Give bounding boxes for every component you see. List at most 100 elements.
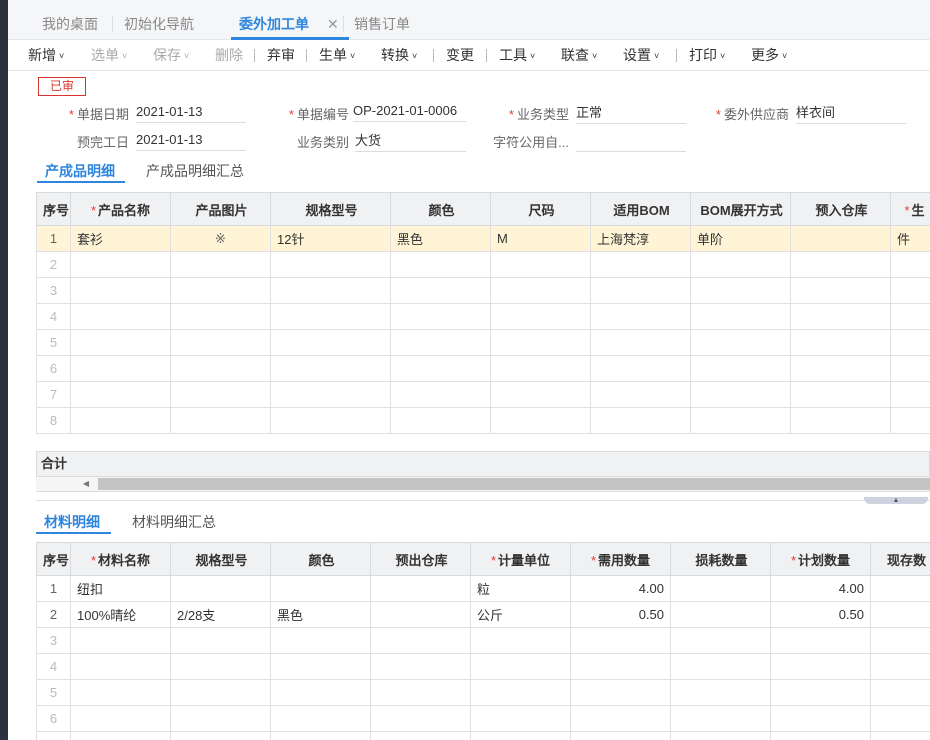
- table-cell[interactable]: [870, 575, 930, 602]
- biz-category-field[interactable]: 大货: [355, 130, 466, 152]
- table-cell[interactable]: [570, 705, 671, 732]
- table-cell[interactable]: [770, 653, 871, 680]
- table-cell[interactable]: [270, 381, 391, 408]
- table-cell[interactable]: 套衫: [70, 225, 171, 252]
- new-button[interactable]: 新增 ˅: [28, 40, 64, 71]
- table-cell[interactable]: [170, 679, 271, 706]
- table-cell[interactable]: 上海梵淳: [590, 225, 691, 252]
- table-cell[interactable]: 黑色: [270, 601, 371, 628]
- table-cell[interactable]: [590, 355, 691, 382]
- table-cell[interactable]: [690, 355, 791, 382]
- table-cell[interactable]: [270, 627, 371, 654]
- table-cell[interactable]: ※: [170, 225, 271, 252]
- table-cell[interactable]: 粒: [470, 575, 571, 602]
- tab-product-detail[interactable]: 产成品明细: [45, 161, 115, 181]
- table-cell[interactable]: [370, 601, 471, 628]
- convert-button[interactable]: 转换 ˅: [381, 40, 417, 71]
- table-cell[interactable]: 黑色: [390, 225, 491, 252]
- tab-sales-order[interactable]: 销售订单: [354, 0, 410, 40]
- table-cell[interactable]: [170, 627, 271, 654]
- table-cell[interactable]: [390, 277, 491, 304]
- table-row[interactable]: 4: [36, 303, 930, 330]
- table-row[interactable]: 2 100%晴纶 2/28支 黑色 公斤 0.50 0.50: [36, 601, 930, 628]
- table-cell[interactable]: [70, 251, 171, 278]
- table-cell[interactable]: [270, 575, 371, 602]
- column-header[interactable]: 预出仓库: [370, 542, 471, 576]
- table-cell[interactable]: [870, 679, 930, 706]
- table-cell[interactable]: [690, 407, 791, 434]
- table-cell[interactable]: [790, 303, 891, 330]
- more-button[interactable]: 更多 ˅: [751, 40, 787, 71]
- table-cell[interactable]: [370, 575, 471, 602]
- table-cell[interactable]: 0.50: [570, 601, 671, 628]
- table-cell[interactable]: [570, 627, 671, 654]
- table-cell[interactable]: [70, 381, 171, 408]
- table-cell[interactable]: [890, 303, 930, 330]
- save-button[interactable]: 保存 ˅: [153, 40, 189, 71]
- table-cell[interactable]: 4.00: [570, 575, 671, 602]
- table-cell[interactable]: [490, 303, 591, 330]
- table-cell[interactable]: [670, 679, 771, 706]
- table-cell[interactable]: [390, 381, 491, 408]
- table-cell[interactable]: [590, 407, 691, 434]
- table-cell[interactable]: [790, 407, 891, 434]
- table-cell[interactable]: [390, 303, 491, 330]
- table-cell[interactable]: [490, 251, 591, 278]
- column-header[interactable]: * 生: [890, 192, 930, 226]
- table-cell[interactable]: [670, 575, 771, 602]
- horizontal-scrollbar[interactable]: ◀: [36, 477, 930, 492]
- table-row[interactable]: 2: [36, 251, 930, 278]
- table-cell[interactable]: [390, 407, 491, 434]
- table-cell[interactable]: [370, 653, 471, 680]
- table-cell[interactable]: [170, 381, 271, 408]
- table-cell[interactable]: [670, 601, 771, 628]
- scrollbar-thumb[interactable]: [98, 478, 930, 490]
- tab-outsource-order[interactable]: 委外加工单 ✕: [239, 0, 344, 40]
- table-row[interactable]: 6: [36, 705, 930, 732]
- table-cell[interactable]: [770, 705, 871, 732]
- table-cell[interactable]: [490, 329, 591, 356]
- table-cell[interactable]: [70, 303, 171, 330]
- table-cell[interactable]: 纽扣: [70, 575, 171, 602]
- table-cell[interactable]: 公斤: [470, 601, 571, 628]
- table-cell[interactable]: [170, 329, 271, 356]
- table-cell[interactable]: [590, 251, 691, 278]
- column-header[interactable]: * 需用数量: [570, 542, 671, 576]
- table-cell[interactable]: [590, 381, 691, 408]
- print-button[interactable]: 打印 ˅: [689, 40, 725, 71]
- column-header[interactable]: 适用BOM: [590, 192, 691, 226]
- table-row[interactable]: 4: [36, 653, 930, 680]
- delete-button[interactable]: 删除: [215, 40, 243, 71]
- table-cell[interactable]: [690, 303, 791, 330]
- table-cell[interactable]: [790, 355, 891, 382]
- biz-type-field[interactable]: 正常: [576, 102, 686, 124]
- table-cell[interactable]: [890, 277, 930, 304]
- column-header[interactable]: * 材料名称: [70, 542, 171, 576]
- tab-init-guide[interactable]: 初始化导航: [124, 0, 194, 40]
- table-cell[interactable]: [170, 653, 271, 680]
- column-header[interactable]: BOM展开方式: [690, 192, 791, 226]
- table-cell[interactable]: [670, 705, 771, 732]
- table-cell[interactable]: [470, 653, 571, 680]
- settings-button[interactable]: 设置 ˅: [623, 40, 659, 71]
- table-cell[interactable]: [270, 653, 371, 680]
- table-cell[interactable]: [790, 381, 891, 408]
- column-header[interactable]: 规格型号: [270, 192, 391, 226]
- table-cell[interactable]: [270, 277, 391, 304]
- column-header[interactable]: * 产品名称: [70, 192, 171, 226]
- table-cell[interactable]: [270, 731, 371, 740]
- table-cell[interactable]: [570, 731, 671, 740]
- change-button[interactable]: 变更: [446, 40, 474, 71]
- table-cell[interactable]: [370, 705, 471, 732]
- column-header[interactable]: 颜色: [270, 542, 371, 576]
- table-cell[interactable]: [70, 329, 171, 356]
- scroll-left-icon[interactable]: ◀: [76, 477, 96, 491]
- table-cell[interactable]: [370, 731, 471, 740]
- table-cell[interactable]: [690, 251, 791, 278]
- table-cell[interactable]: 件: [890, 225, 930, 252]
- table-cell[interactable]: [690, 329, 791, 356]
- collapse-handle[interactable]: ▲: [864, 497, 928, 504]
- tab-material-summary[interactable]: 材料明细汇总: [132, 512, 216, 532]
- table-cell[interactable]: 12针: [270, 225, 391, 252]
- table-cell[interactable]: [70, 627, 171, 654]
